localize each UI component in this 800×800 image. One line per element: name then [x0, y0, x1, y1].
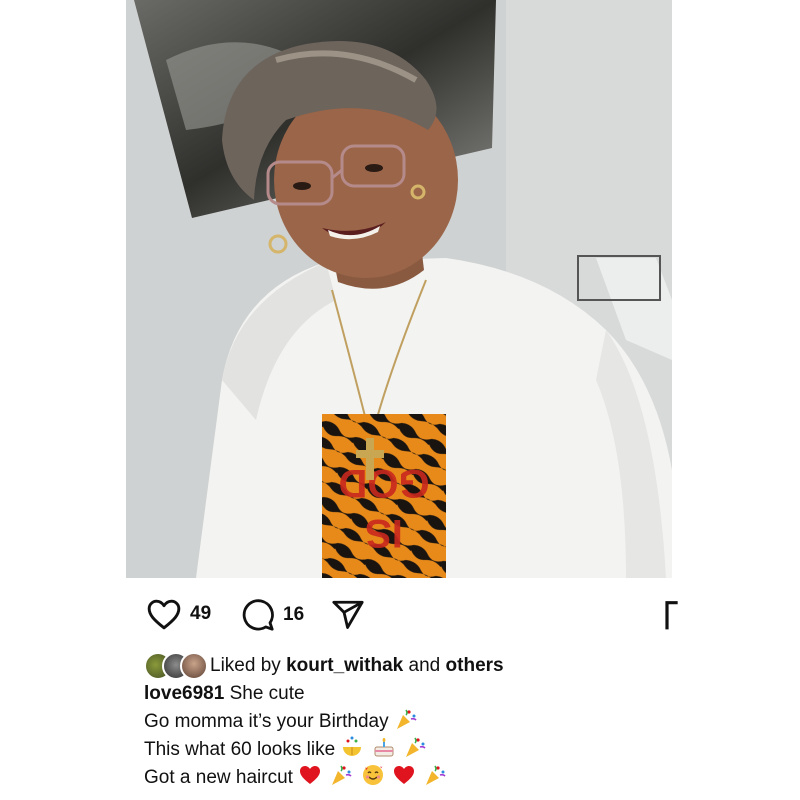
party-popper-icon	[396, 709, 417, 729]
caption-username[interactable]: love6981	[144, 683, 224, 704]
party-popper-icon	[426, 765, 446, 785]
comment-bubble-icon	[242, 599, 274, 631]
liked-by-conjunction: and	[408, 654, 441, 676]
post-photo-illustration: GOD IS	[126, 0, 672, 578]
svg-text:IS: IS	[365, 511, 403, 555]
caption-text: Got a new haircut	[144, 767, 293, 788]
paper-plane-icon	[332, 600, 364, 629]
caption-line-4: Got a new haircut	[144, 763, 784, 791]
avatar	[180, 652, 208, 680]
red-heart-icon	[394, 766, 415, 784]
like-button[interactable]: 49	[146, 598, 211, 630]
caption-text: She cute	[229, 683, 305, 704]
caption-text: Go momma it’s your Birthday	[144, 711, 389, 732]
caption-line-3: This what 60 looks like	[144, 735, 784, 763]
red-heart-icon	[300, 766, 321, 784]
comment-button[interactable]: 16	[241, 598, 304, 632]
confetti-ball-icon	[343, 736, 362, 756]
caption-line-2: Go momma it’s your Birthday	[144, 707, 784, 735]
save-button[interactable]	[664, 600, 678, 632]
comment-count[interactable]: 16	[283, 604, 304, 626]
birthday-cake-icon	[374, 738, 394, 757]
svg-text:GOD: GOD	[338, 461, 429, 505]
liked-by-others[interactable]: others	[446, 655, 504, 676]
post-caption-area: Liked by kourt_withak and others love698…	[144, 650, 784, 791]
liked-by-text: Liked by kourt_withak and others	[210, 652, 504, 679]
bookmark-icon	[665, 601, 678, 630]
caption-text: This what 60 looks like	[144, 739, 336, 760]
party-popper-icon	[406, 737, 426, 757]
caption-line-1: love6981 She cute	[144, 680, 784, 707]
party-popper-icon	[332, 765, 353, 785]
like-count[interactable]: 49	[190, 603, 211, 625]
post-photo[interactable]: GOD IS	[126, 0, 672, 578]
post-actions: 49 16	[0, 594, 800, 636]
heart-icon	[147, 599, 181, 630]
smiling-face-with-hearts-icon	[362, 765, 383, 785]
liked-by-user[interactable]: kourt_withak	[286, 655, 403, 676]
liked-by-row[interactable]: Liked by kourt_withak and others	[144, 650, 784, 680]
share-button[interactable]	[330, 598, 366, 632]
liker-avatars[interactable]	[144, 652, 210, 680]
liked-by-prefix: Liked by	[210, 654, 281, 676]
